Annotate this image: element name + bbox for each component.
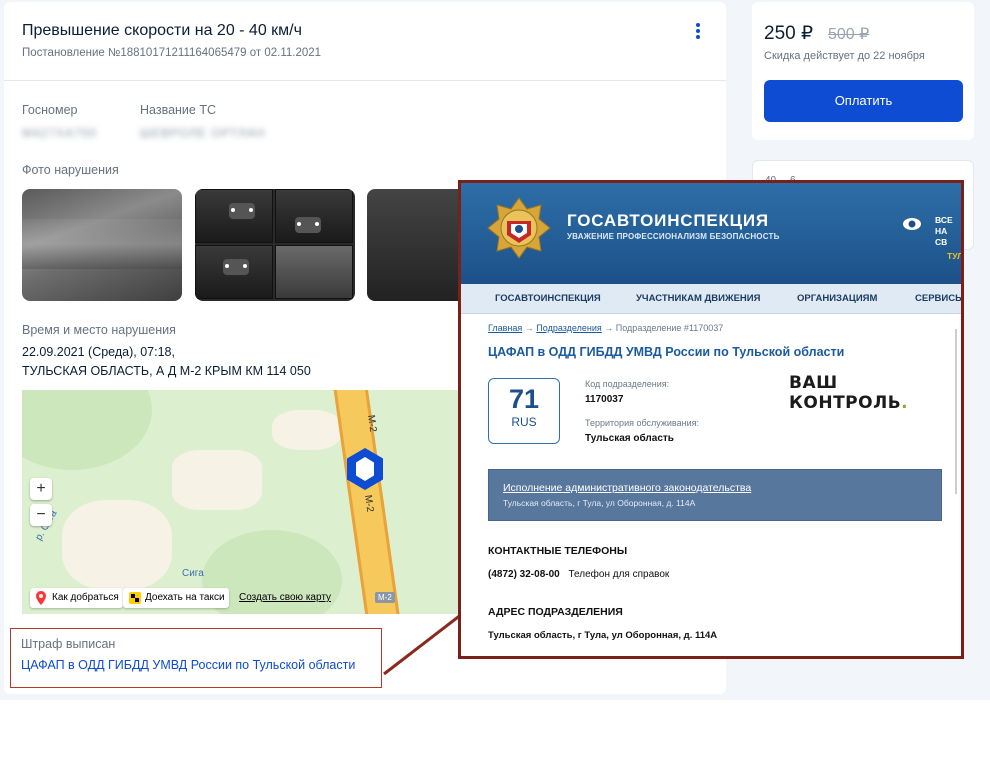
gibdd-emblem-icon [487, 197, 551, 259]
crumb-home[interactable]: Главная [488, 323, 522, 333]
gibdd-website-overlay: ГОСАВТОИНСПЕКЦИЯ УВАЖЕНИЕ ПРОФЕССИОНАЛИЗ… [458, 180, 964, 659]
fine-subtitle: Постановление №18810171211164065479 от 0… [22, 47, 322, 59]
violation-photo-2[interactable] [195, 189, 355, 301]
vehicle-value: ШЕВРОЛЕ ОРТЛАН [140, 126, 266, 140]
gibdd-slogan: УВАЖЕНИЕ ПРОФЕССИОНАЛИЗМ БЕЗОПАСНОСТЬ [567, 232, 780, 241]
region-badge: 71 RUS [488, 378, 560, 444]
region-rus: RUS [511, 415, 537, 429]
issuer-label: Штраф выписан [21, 637, 116, 651]
pay-button[interactable]: Оплатить [764, 80, 963, 122]
code-label: Код подразделения: [585, 379, 670, 389]
department-bar: Исполнение административного законодател… [488, 469, 942, 521]
payment-card: 250 ₽ 500 ₽ Скидка действует до 22 ноябр… [752, 2, 974, 140]
old-price: 500 ₽ [828, 26, 870, 43]
road-badge: М-2 [375, 592, 395, 603]
phone-row: (4872) 32-08-00 Телефон для справок [488, 569, 669, 580]
phone-number: (4872) 32-08-00 [488, 569, 560, 580]
gibdd-nav: ГОСАВТОИНСПЕКЦИЯ УЧАСТНИКАМ ДВИЖЕНИЯ ОРГ… [461, 284, 961, 314]
phones-heading: КОНТАКТНЫЕ ТЕЛЕФОНЫ [488, 545, 628, 557]
more-options-icon[interactable] [692, 22, 704, 40]
unit-title: ЦАФАП в ОДД ГИБДД УМВД России по Тульско… [488, 345, 845, 359]
fine-header: Превышение скорости на 20 - 40 км/ч Пост… [4, 2, 726, 81]
route-button-label: Как добраться [52, 592, 119, 603]
violation-photo-3[interactable] [367, 189, 467, 301]
map-marker-icon [36, 591, 46, 605]
side-divider [955, 329, 957, 494]
issuer-link[interactable]: ЦАФАП в ОДД ГИБДД УМВД России по Тульско… [21, 658, 355, 672]
create-map-link[interactable]: Создать свою карту [239, 592, 331, 603]
gibdd-side-text: ВСЕ НА СВ [935, 215, 961, 248]
code-value: 1170037 [585, 394, 624, 405]
discount-note: Скидка действует до 22 ноября [764, 50, 925, 62]
gibdd-header: ГОСАВТОИНСПЕКЦИЯ УВАЖЕНИЕ ПРОФЕССИОНАЛИЗ… [461, 183, 961, 284]
fine-title: Превышение скорости на 20 - 40 км/ч [22, 22, 302, 39]
plate-label: Госномер [22, 103, 78, 117]
road-label-top: М-2 [364, 414, 379, 433]
zoom-out-button[interactable]: − [30, 504, 52, 526]
gibdd-side-line-1: ВСЕ [935, 215, 953, 225]
department-link[interactable]: Исполнение административного законодател… [503, 482, 751, 494]
taxi-button-label: Доехать на такси [145, 592, 225, 603]
nav-item-services[interactable]: СЕРВИСЫ [915, 293, 961, 304]
price: 250 ₽ [764, 23, 814, 44]
issuer-highlight-box: Штраф выписан ЦАФАП в ОДД ГИБДД УМВД Рос… [10, 628, 382, 688]
logo-part-2: КОНТРОЛЬ [789, 393, 902, 413]
logo-part-1: ВАШ [789, 373, 838, 393]
route-button[interactable]: Как добраться [30, 588, 123, 608]
vehicle-label: Название ТС [140, 103, 216, 117]
violation-datetime: 22.09.2021 (Среда), 07:18, [22, 345, 175, 359]
address-heading: АДРЕС ПОДРАЗДЕЛЕНИЯ [488, 606, 623, 618]
breadcrumb: Главная → Подразделения → Подразделение … [488, 323, 723, 333]
crumb-current: Подразделение #1170037 [615, 323, 724, 333]
territory-value: Тульская область [585, 433, 674, 444]
taxi-button[interactable]: Доехать на такси [123, 588, 229, 608]
gibdd-side-line-2: НА СВ [935, 226, 948, 247]
violation-place: ТУЛЬСКАЯ ОБЛАСТЬ, А Д М-2 КРЫМ КМ 114 05… [22, 364, 311, 378]
department-address: Тульская область, г Тула, ул Оборонная, … [503, 498, 696, 508]
logo-part-3: . [901, 393, 909, 413]
taxi-icon [129, 592, 141, 604]
nav-item-gibdd[interactable]: ГОСАВТОИНСПЕКЦИЯ [495, 293, 601, 304]
gibdd-side-region: ТУЛ [947, 251, 964, 261]
eye-icon[interactable] [902, 217, 922, 231]
river-label-2: Сига [182, 568, 204, 579]
zoom-in-button[interactable]: + [30, 478, 52, 500]
gibdd-name: ГОСАВТОИНСПЕКЦИЯ [567, 211, 769, 230]
violation-map[interactable]: М-2 М-2 р. Сига Сига + − Как добраться Д… [22, 390, 462, 614]
nav-item-organizations[interactable]: ОРГАНИЗАЦИЯМ [797, 293, 877, 304]
plate-value: M427XA750 [22, 126, 98, 140]
nav-item-participants[interactable]: УЧАСТНИКАМ ДВИЖЕНИЯ [636, 293, 760, 304]
crumb-sections[interactable]: Подразделения [536, 323, 601, 333]
location-pin-icon[interactable] [342, 446, 388, 492]
crumb-arrow-2: → [604, 323, 614, 333]
phone-description: Телефон для справок [568, 569, 670, 580]
crumb-arrow-1: → [524, 323, 534, 333]
vash-kontrol-logo: ВАШ КОНТРОЛЬ. [789, 373, 961, 413]
photos-label: Фото нарушения [22, 163, 119, 177]
region-code: 71 [508, 384, 540, 414]
address-value: Тульская область, г Тула, ул Оборонная, … [488, 630, 718, 641]
violation-photo-1[interactable] [22, 189, 182, 301]
time-place-label: Время и место нарушения [22, 323, 176, 337]
territory-label: Территория обслуживания: [585, 418, 699, 428]
road-label-mid: М-2 [361, 494, 376, 513]
